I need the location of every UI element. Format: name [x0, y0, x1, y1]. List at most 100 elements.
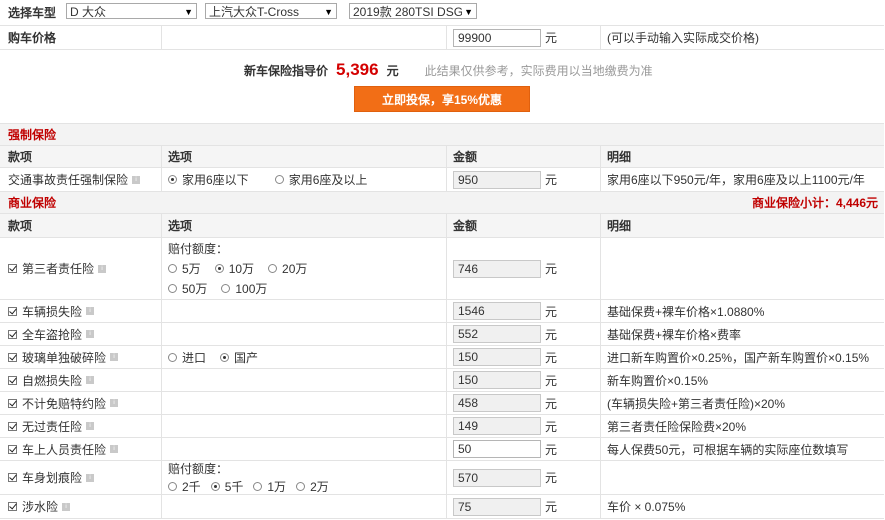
radio-glass-domestic[interactable]: 国产: [220, 349, 258, 366]
fire-amount: [453, 371, 541, 389]
info-icon[interactable]: i: [62, 502, 71, 511]
radio-scratch-10k[interactable]: 1万: [253, 478, 286, 495]
radio-quota-100w[interactable]: 100万: [221, 280, 267, 297]
info-icon[interactable]: i: [86, 307, 95, 315]
table-row: 玻璃单独破碎险 i 进口 国产 元 进口新车购置价×0.25%，国产新车购置价×…: [0, 346, 884, 369]
chevron-down-icon: ▼: [462, 4, 473, 18]
model-select[interactable]: 2019款 280TSI DSG ▼: [349, 3, 477, 19]
amount-unit: 元: [545, 471, 558, 485]
radio-scratch-2k[interactable]: 2千: [168, 478, 201, 495]
radio-label: 5千: [224, 480, 244, 494]
price-row: 购车价格 元 (可以手动输入实际成交价格): [0, 26, 884, 50]
table-row: 交通事故责任强制保险 i 家用6座以下 家用6座及以上 元 家用6座以下950元…: [0, 168, 884, 192]
checkbox-glass[interactable]: [8, 352, 17, 362]
deductible-name: 不计免赔特约险: [22, 396, 107, 411]
table-header: 款项 选项 金额 明细: [0, 146, 884, 168]
header-option: 选项: [162, 214, 447, 237]
brand-select[interactable]: D 大众 ▼: [66, 3, 197, 19]
liability-amount: [453, 417, 541, 435]
radio-scratch-20k[interactable]: 2万: [296, 478, 329, 495]
deductible-detail: (车辆损失险+第三者责任险)×20%: [607, 396, 786, 411]
info-icon[interactable]: i: [86, 330, 95, 338]
guide-unit: 元: [386, 64, 399, 78]
checkbox-damage[interactable]: [8, 306, 17, 316]
guide-line: 新车保险指导价 5,396 元 此结果仅供参考，实际费用以当地缴费为准: [244, 60, 653, 80]
radio-seats-under-6[interactable]: 家用6座以下: [168, 171, 249, 188]
radio-label: 2万: [310, 480, 329, 494]
header-amount: 金额: [447, 214, 601, 237]
theft-name: 全车盗抢险: [22, 327, 83, 342]
model-select-value: 2019款 280TSI DSG: [353, 5, 464, 19]
price-input[interactable]: [453, 28, 541, 47]
table-row: 无过责任险 i 元 第三者责任险保险费×20%: [0, 415, 884, 438]
table-row: 车辆损失险 i 元 基础保费+裸车价格×1.0880%: [0, 300, 884, 323]
radio-scratch-5k[interactable]: 5千: [210, 478, 244, 495]
radio-unchecked-icon: [268, 264, 278, 273]
insurance-calculator: 选择车型 D 大众 ▼ 上汽大众T-Cross ▼ 2019款 280TSI DSG…: [0, 0, 884, 520]
liability-detail: 第三者责任险保险费×20%: [607, 419, 747, 434]
amount-unit: 元: [545, 500, 558, 514]
radio-checked-icon: [214, 264, 224, 273]
table-row: 车上人员责任险 i 元 每人保费50元，可根据车辆的实际座位数填写: [0, 438, 884, 461]
info-icon[interactable]: i: [110, 399, 119, 407]
amount-unit: 元: [545, 396, 558, 411]
radio-label: 1万: [267, 480, 287, 494]
checkbox-fire[interactable]: [8, 375, 17, 385]
glass-name: 玻璃单独破碎险: [22, 350, 107, 365]
compulsory-name: 交通事故责任强制保险: [8, 173, 129, 187]
radio-quota-50w[interactable]: 50万: [168, 280, 207, 297]
radio-glass-imported[interactable]: 进口: [168, 349, 206, 366]
radio-quota-10w[interactable]: 10万: [214, 260, 255, 277]
info-icon[interactable]: i: [132, 175, 141, 184]
radio-label: 国产: [234, 350, 259, 365]
checkbox-passenger[interactable]: [8, 444, 17, 454]
radio-label: 10万: [228, 262, 255, 276]
price-hint: (可以手动输入实际成交价格): [607, 31, 759, 45]
series-select[interactable]: 上汽大众T-Cross ▼: [205, 3, 337, 19]
glass-amount: [453, 348, 541, 366]
checkbox-scratch[interactable]: [8, 473, 17, 482]
checkbox-theft[interactable]: [8, 329, 17, 339]
brand-select-value: D 大众: [70, 5, 107, 19]
theft-amount: [453, 325, 541, 343]
amount-unit: 元: [545, 350, 558, 365]
radio-quota-20w[interactable]: 20万: [268, 260, 307, 277]
info-icon[interactable]: i: [98, 264, 107, 273]
checkbox-wading[interactable]: [8, 502, 17, 511]
info-icon[interactable]: i: [110, 353, 119, 361]
table-row: 车身划痕险 i 赔付额度： 2千 5千 1万 2万 元: [0, 461, 884, 495]
checkbox-liability[interactable]: [8, 421, 17, 431]
scratch-name: 车身划痕险: [22, 471, 83, 485]
radio-label: 2千: [182, 480, 201, 494]
radio-unchecked-icon: [168, 264, 177, 273]
liability-name: 无过责任险: [22, 419, 83, 434]
compulsory-amount: [453, 170, 541, 189]
table-row: 全车盗抢险 i 元 基础保费+裸车价格×费率: [0, 323, 884, 346]
info-icon[interactable]: i: [86, 422, 95, 430]
header-detail: 明细: [607, 219, 632, 233]
wading-detail: 车价 × 0.075%: [607, 500, 686, 514]
radio-unchecked-icon: [168, 482, 177, 491]
radio-unchecked-icon: [168, 284, 177, 293]
radio-quota-5w[interactable]: 5万: [168, 260, 201, 277]
header-item: 款项: [0, 214, 162, 237]
wading-amount: [453, 497, 541, 516]
insure-now-button[interactable]: 立即投保，享15%优惠: [354, 86, 530, 112]
car-select-row: 选择车型 D 大众 ▼ 上汽大众T-Cross ▼ 2019款 280TSI DSG…: [0, 0, 884, 26]
passenger-amount-input[interactable]: [453, 440, 541, 458]
table-row: 不计免赔特约险 i 元 (车辆损失险+第三者责任险)×20%: [0, 392, 884, 415]
info-icon[interactable]: i: [110, 445, 119, 453]
compulsory-detail: 家用6座以下950元/年，家用6座及以上1100元/年: [607, 173, 865, 187]
radio-unchecked-icon: [253, 482, 263, 491]
third-party-name: 第三者责任险: [22, 262, 95, 276]
fire-name: 自燃损失险: [22, 373, 83, 388]
commercial-title: 商业保险: [8, 196, 57, 210]
info-icon[interactable]: i: [86, 473, 95, 482]
info-icon[interactable]: i: [86, 376, 95, 384]
passenger-detail: 每人保费50元，可根据车辆的实际座位数填写: [607, 442, 849, 457]
wading-name: 涉水险: [22, 500, 59, 514]
header-detail: 明细: [607, 150, 632, 164]
checkbox-deductible[interactable]: [8, 398, 17, 408]
radio-seats-6-plus[interactable]: 家用6座及以上: [274, 171, 367, 188]
checkbox-third-party[interactable]: [8, 264, 17, 273]
